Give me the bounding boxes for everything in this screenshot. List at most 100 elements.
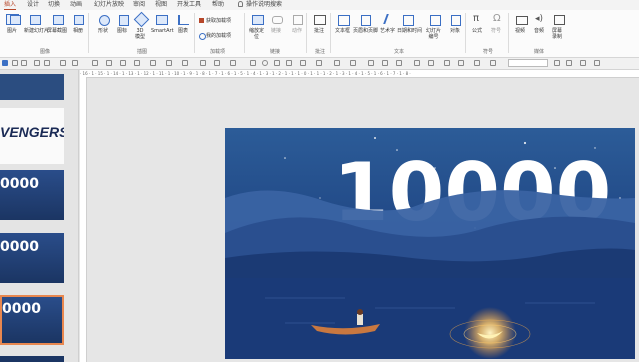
group-divider xyxy=(244,13,245,53)
slide-thumbnail-5-selected[interactable]: 0000 xyxy=(0,295,64,345)
action-button[interactable]: 动作 xyxy=(292,28,302,34)
tell-me-search[interactable]: 操作说明搜索 xyxy=(246,1,282,9)
store-icon xyxy=(199,18,204,23)
undo-icon[interactable] xyxy=(12,60,18,66)
image-button-label[interactable]: 图片 xyxy=(7,28,17,34)
model3d-button[interactable]: 3D 模型 xyxy=(135,28,145,40)
shape-rounded-icon[interactable] xyxy=(274,60,280,66)
tab-animations[interactable]: 动画 xyxy=(70,1,82,9)
font-size-box[interactable] xyxy=(508,59,548,67)
distribute-icon[interactable] xyxy=(92,60,98,66)
object-icon xyxy=(451,15,461,26)
group-icon[interactable] xyxy=(120,60,126,66)
bring-forward-icon[interactable] xyxy=(200,60,206,66)
link-button[interactable]: 链接 xyxy=(271,28,281,34)
align-center-icon[interactable] xyxy=(72,60,78,66)
tab-review[interactable]: 审阅 xyxy=(133,1,145,9)
redo-icon[interactable] xyxy=(21,60,27,66)
slide-canvas[interactable]: 10000 xyxy=(225,128,635,359)
tab-help[interactable]: 帮助 xyxy=(212,1,224,9)
send-backward-icon[interactable] xyxy=(214,60,220,66)
rotate-icon[interactable] xyxy=(150,60,156,66)
image-fill-icon[interactable] xyxy=(368,60,374,66)
shape-line-icon[interactable] xyxy=(286,60,292,66)
group-label-comments: 批注 xyxy=(315,49,326,55)
pen-icon[interactable] xyxy=(414,60,420,66)
online-image-button[interactable]: 新建幻灯片 xyxy=(24,28,49,34)
object-button[interactable]: 对象 xyxy=(450,28,460,34)
textbox-button[interactable]: 文本框 xyxy=(335,28,350,34)
quick-format-toolbar xyxy=(0,58,639,70)
theme-icon[interactable] xyxy=(2,60,8,66)
datetime-button[interactable]: 日期和时间 xyxy=(397,28,422,34)
font-color-icon[interactable] xyxy=(458,60,464,66)
repeat-icon[interactable] xyxy=(44,60,50,66)
shape-fill-icon[interactable] xyxy=(334,60,340,66)
more-icon[interactable] xyxy=(594,60,600,66)
group-label-addins: 加载项 xyxy=(210,49,226,55)
equation-icon: π xyxy=(473,13,480,24)
shape-oval-icon[interactable] xyxy=(262,60,268,66)
tab-insert[interactable]: 插入 xyxy=(4,1,17,10)
icons-icon xyxy=(119,15,129,26)
image-compress-icon[interactable] xyxy=(382,60,388,66)
comment-button[interactable]: 批注 xyxy=(314,28,324,34)
slide-thumbnail-1[interactable] xyxy=(0,74,64,100)
shape-rect-icon[interactable] xyxy=(250,60,256,66)
clear-format-icon[interactable] xyxy=(580,60,586,66)
slide-thumbnail-3[interactable]: 0000 xyxy=(0,170,64,220)
comment-icon xyxy=(314,15,326,25)
arrange-icon[interactable] xyxy=(106,60,112,66)
album-button[interactable]: 相册 xyxy=(73,28,83,34)
get-addins-button[interactable]: 获取加载项 xyxy=(206,18,231,24)
icons-button[interactable]: 图标 xyxy=(117,28,127,34)
my-addins-button[interactable]: 我的加载项 xyxy=(206,33,231,39)
shape-outline-icon[interactable] xyxy=(350,60,356,66)
increase-font-icon[interactable] xyxy=(554,60,560,66)
text-shadow-icon[interactable] xyxy=(474,60,480,66)
symbol-button[interactable]: 符号 xyxy=(491,28,501,34)
screen-record-button[interactable]: 屏幕 录制 xyxy=(552,28,562,40)
ungroup-icon[interactable] xyxy=(134,60,140,66)
image-reset-icon[interactable] xyxy=(396,60,402,66)
group-label-illustrations: 插图 xyxy=(137,49,148,55)
eraser-icon[interactable] xyxy=(444,60,450,66)
shape-arrow-icon[interactable] xyxy=(300,60,306,66)
image-icon xyxy=(10,15,21,25)
save-icon[interactable] xyxy=(34,60,40,66)
slide-thumbnail-2[interactable]: VENGERS xyxy=(0,108,64,164)
slide-number-button[interactable]: 幻灯片 编号 xyxy=(426,28,441,40)
video-button[interactable]: 视频 xyxy=(515,28,525,34)
moon-glow xyxy=(464,307,516,359)
tab-developer[interactable]: 开发工具 xyxy=(177,1,201,9)
tab-view[interactable]: 视图 xyxy=(155,1,167,9)
tab-design[interactable]: 设计 xyxy=(27,1,39,9)
header-footer-button[interactable]: 页眉和页脚 xyxy=(353,28,378,34)
equation-button[interactable]: 公式 xyxy=(472,28,482,34)
audio-icon: ◂) xyxy=(535,14,544,24)
slide-thumbnail-6[interactable] xyxy=(0,356,64,362)
audio-button[interactable]: 音频 xyxy=(534,28,544,34)
thumbnail-title-text: VENGERS xyxy=(0,124,64,140)
tab-slideshow[interactable]: 幻灯片放映 xyxy=(94,1,124,9)
tab-transitions[interactable]: 切换 xyxy=(48,1,60,9)
crop-icon[interactable] xyxy=(182,60,188,66)
shape-star-icon[interactable] xyxy=(316,60,322,66)
smartart-button[interactable]: SmartArt xyxy=(151,28,174,34)
zoom-button[interactable]: 缩放定 位 xyxy=(249,28,264,40)
selection-pane-icon[interactable] xyxy=(230,60,236,66)
wordart-button[interactable]: 艺术字 xyxy=(380,28,395,34)
decrease-font-icon[interactable] xyxy=(566,60,572,66)
align-left-icon[interactable] xyxy=(60,60,66,66)
group-divider xyxy=(88,13,89,53)
flip-icon[interactable] xyxy=(166,60,172,66)
chart-button[interactable]: 图表 xyxy=(178,28,188,34)
slide-thumbnail-panel[interactable]: VENGERS 0000 0000 0000 xyxy=(0,70,79,362)
shape-button[interactable]: 形状 xyxy=(98,28,108,34)
thumbnail-number-text: 0000 xyxy=(0,176,39,192)
text-effect-icon[interactable] xyxy=(490,60,496,66)
highlighter-icon[interactable] xyxy=(428,60,434,66)
screenshot-button[interactable]: 屏幕截图 xyxy=(47,28,67,34)
ribbon-insert: 图片 新建幻灯片 屏幕截图 相册 图像 形状 图标 3D 模型 SmartArt… xyxy=(0,10,639,58)
slide-thumbnail-4[interactable]: 0000 xyxy=(0,233,64,283)
